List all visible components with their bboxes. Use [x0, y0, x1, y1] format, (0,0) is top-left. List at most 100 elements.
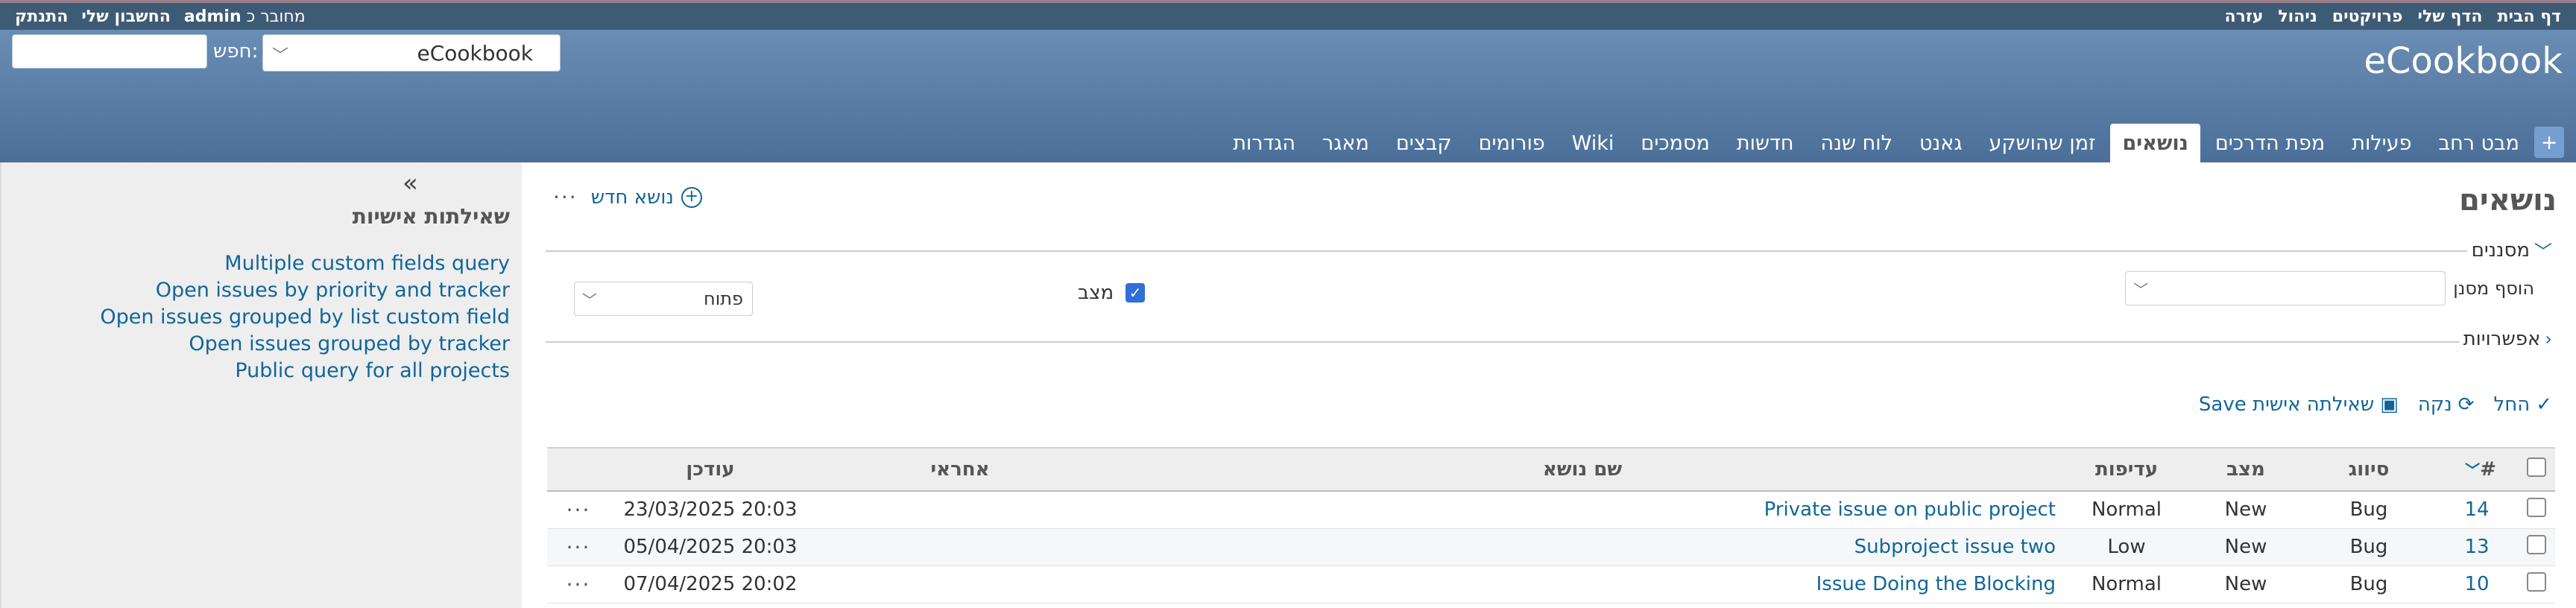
- options-legend[interactable]: ‹ אפשרויות: [2458, 328, 2557, 350]
- status-filter: ✓ מצב: [1078, 282, 1146, 304]
- tab-calendar[interactable]: לוח שנה: [1808, 124, 1904, 162]
- apply-label: החל: [2493, 393, 2531, 416]
- issue-updated: 23/03/2025 20:03: [610, 491, 811, 529]
- issue-id-link[interactable]: 14: [2436, 491, 2518, 529]
- issue-assigned: [811, 528, 1109, 566]
- project-jump-value: eCookbook: [417, 41, 533, 66]
- column-header-assigned[interactable]: אחראי: [811, 447, 1109, 492]
- issue-assigned: [811, 566, 1109, 604]
- select-all-checkbox[interactable]: [2527, 457, 2546, 477]
- filters-divider: [546, 250, 2552, 252]
- column-header-actions: [547, 447, 610, 492]
- tab-news[interactable]: חדשות: [1725, 124, 1806, 162]
- my-account-link[interactable]: החשבון שלי: [81, 7, 171, 26]
- new-issue-button[interactable]: + נושא חדש: [591, 186, 702, 209]
- issue-subject-link[interactable]: Private issue on public project: [1109, 491, 2063, 529]
- top-menu: דף הבית הדף שלי פרויקטים ניהול עזרה התנת…: [0, 0, 2576, 30]
- top-link-administration[interactable]: ניהול: [2278, 7, 2317, 26]
- logged-as-label: מחובר כ: [246, 7, 306, 26]
- row-actions-icon[interactable]: ···: [547, 528, 610, 566]
- chevron-down-icon: ﹀: [2133, 281, 2149, 299]
- new-object-button[interactable]: +: [2534, 127, 2564, 158]
- query-link[interactable]: Open issues grouped by list custom field: [100, 304, 510, 331]
- query-link[interactable]: Multiple custom fields query: [100, 250, 510, 277]
- issue-id-link[interactable]: 10: [2436, 566, 2518, 604]
- filters-legend[interactable]: ﹀ מסננים: [2466, 237, 2557, 263]
- account-links: התנתק החשבון שלי admin מחובר כ: [15, 7, 306, 26]
- save-query-button[interactable]: ▣ שאילתה אישית Save: [2199, 393, 2399, 416]
- top-link-my-page[interactable]: הדף שלי: [2417, 7, 2482, 26]
- table-row[interactable]: 13 Bug New Low Subproject issue two 05/0…: [547, 528, 2555, 566]
- column-header-id[interactable]: #﹀: [2436, 447, 2518, 492]
- chevron-down-icon: ﹀: [2465, 461, 2481, 479]
- custom-queries-list: Multiple custom fields query Open issues…: [100, 250, 510, 384]
- tab-overview[interactable]: מבט רחב: [2426, 124, 2531, 162]
- issues-table: #﹀ סיווג מצב עדיפות שם נושא אחראי עודכן …: [547, 447, 2555, 604]
- table-header-row: #﹀ סיווג מצב עדיפות שם נושא אחראי עודכן: [547, 447, 2555, 492]
- row-checkbox[interactable]: [2527, 497, 2546, 517]
- issue-priority: Normal: [2063, 491, 2190, 529]
- select-all-header: [2518, 447, 2555, 492]
- column-header-priority[interactable]: עדיפות: [2063, 447, 2190, 492]
- row-checkbox[interactable]: [2527, 571, 2546, 592]
- issue-status: New: [2190, 528, 2302, 566]
- logged-as-user[interactable]: admin: [184, 7, 242, 26]
- options-divider: [546, 341, 2552, 343]
- tab-wiki[interactable]: Wiki: [1560, 124, 1626, 162]
- apply-button[interactable]: ✓ החל: [2493, 393, 2552, 416]
- tab-issues[interactable]: נושאים: [2110, 124, 2200, 162]
- tab-spent-time[interactable]: זמן שהושקע: [1977, 124, 2108, 162]
- tab-activity[interactable]: פעילות: [2340, 124, 2423, 162]
- add-filter-select[interactable]: ﹀: [2125, 271, 2446, 305]
- top-menu-links: דף הבית הדף שלי פרויקטים ניהול עזרה: [2225, 7, 2561, 26]
- issue-id-link[interactable]: 13: [2436, 528, 2518, 566]
- clear-label: נקה: [2417, 393, 2452, 416]
- main-content: נושאים ··· + נושא חדש ﹀ מסננים הוסף מסנן…: [522, 162, 2576, 608]
- search-input[interactable]: [12, 34, 207, 69]
- more-actions-icon[interactable]: ···: [553, 185, 578, 209]
- issue-status: New: [2190, 566, 2302, 604]
- table-row[interactable]: 10 Bug New Normal Issue Doing the Blocki…: [547, 566, 2555, 604]
- column-header-status[interactable]: מצב: [2190, 447, 2302, 492]
- issue-subject-link[interactable]: Subproject issue two: [1109, 528, 2063, 566]
- tab-settings[interactable]: הגדרות: [1221, 124, 1307, 162]
- top-link-home[interactable]: דף הבית: [2498, 7, 2561, 26]
- issue-updated: 05/04/2025 20:03: [610, 528, 811, 566]
- site-title[interactable]: eCookbook: [2364, 40, 2563, 82]
- tab-gantt[interactable]: גאנט: [1907, 124, 1974, 162]
- query-link[interactable]: Open issues grouped by tracker: [100, 331, 510, 358]
- tab-documents[interactable]: מסמכים: [1629, 124, 1721, 162]
- project-jump-select[interactable]: ﹀ eCookbook: [262, 34, 561, 72]
- table-row[interactable]: 14 Bug New Normal Private issue on publi…: [547, 491, 2555, 529]
- top-link-projects[interactable]: פרויקטים: [2332, 7, 2403, 26]
- tab-files[interactable]: קבצים: [1384, 124, 1464, 162]
- reload-icon: ⟳: [2457, 393, 2475, 416]
- issue-status: New: [2190, 491, 2302, 529]
- top-link-help[interactable]: עזרה: [2225, 7, 2264, 26]
- plus-circle-icon: +: [681, 186, 702, 208]
- issue-priority: Low: [2063, 528, 2190, 566]
- sidebar-toggle-icon[interactable]: «: [402, 168, 418, 198]
- status-filter-checkbox[interactable]: ✓: [1126, 283, 1146, 303]
- row-checkbox[interactable]: [2527, 534, 2546, 554]
- row-actions-icon[interactable]: ···: [547, 566, 610, 604]
- tab-forums[interactable]: פורומים: [1467, 124, 1557, 162]
- tab-roadmap[interactable]: מפת הדרכים: [2203, 124, 2337, 162]
- status-operator-select[interactable]: ﹀ פתוח: [574, 282, 753, 316]
- column-header-id-label: #: [2480, 458, 2496, 481]
- query-link[interactable]: Public query for all projects: [100, 358, 510, 384]
- tab-repository[interactable]: מאגר: [1310, 124, 1381, 162]
- options-legend-label: אפשרויות: [2463, 328, 2541, 350]
- column-header-subject[interactable]: שם נושא: [1109, 447, 2063, 492]
- column-header-tracker[interactable]: סיווג: [2302, 447, 2436, 492]
- column-header-updated[interactable]: עודכן: [610, 447, 811, 492]
- query-link[interactable]: Open issues by priority and tracker: [100, 277, 510, 304]
- chevron-down-icon: ﹀: [272, 47, 289, 66]
- logout-link[interactable]: התנתק: [15, 7, 68, 26]
- row-select: [2518, 491, 2555, 529]
- filters-legend-label: מסננים: [2471, 238, 2530, 262]
- clear-button[interactable]: ⟳ נקה: [2418, 393, 2475, 416]
- row-actions-icon[interactable]: ···: [547, 491, 610, 529]
- issue-subject-link[interactable]: Issue Doing the Blocking: [1109, 566, 2063, 604]
- issue-tracker: Bug: [2302, 528, 2436, 566]
